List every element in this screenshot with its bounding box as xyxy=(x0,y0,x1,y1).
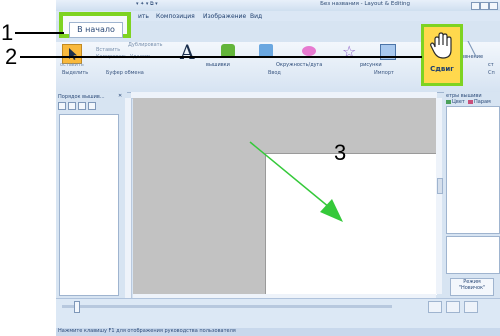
callout-2-line xyxy=(20,56,422,58)
move-arrow-line xyxy=(249,141,336,213)
move-arrow-overlay xyxy=(249,141,343,222)
callout-1-line xyxy=(15,32,64,34)
callout-1: 1 xyxy=(1,20,14,45)
callout-2: 2 xyxy=(5,44,18,69)
callout-3: 3 xyxy=(334,140,347,165)
